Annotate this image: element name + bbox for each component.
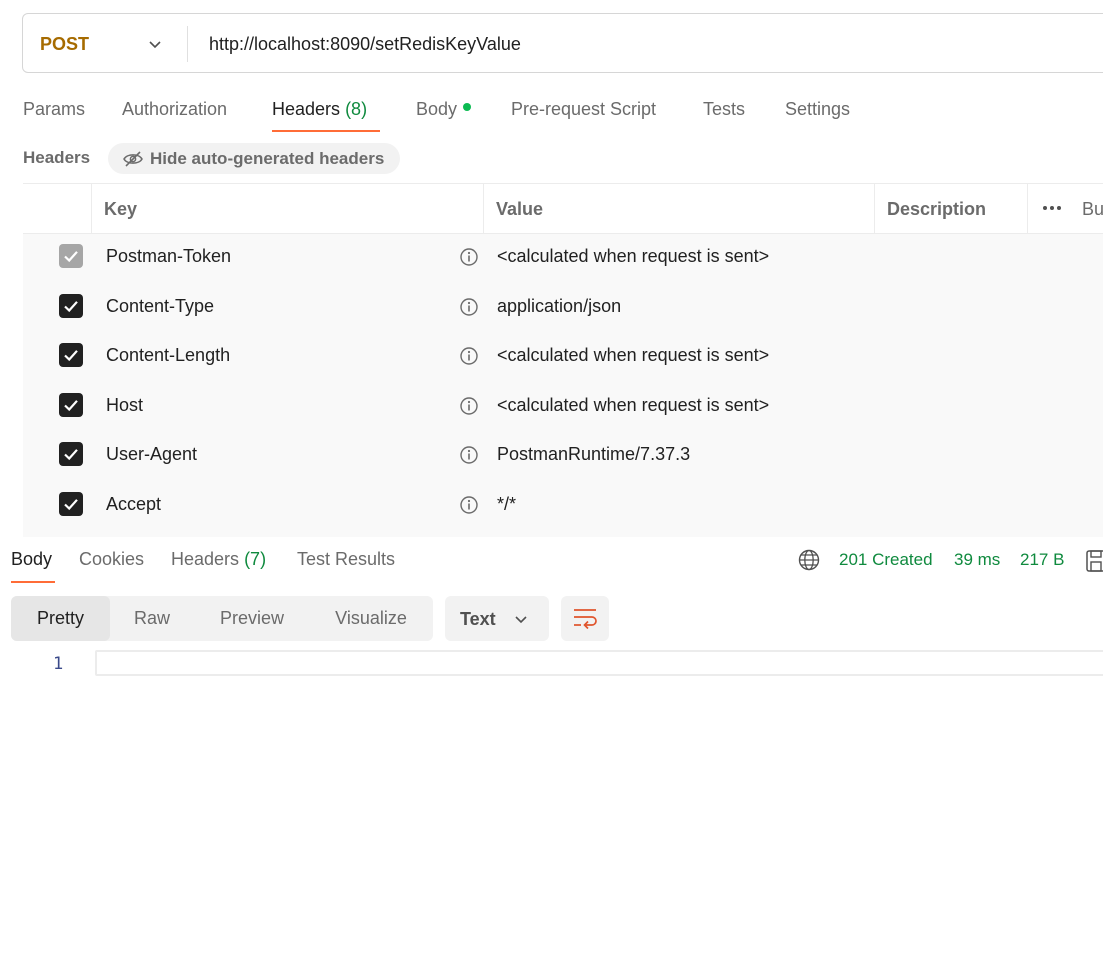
column-divider [483, 184, 484, 233]
response-size[interactable]: 217 B [1020, 550, 1064, 570]
method-selector[interactable]: POST [40, 34, 89, 55]
response-tab-headers-count: (7) [244, 549, 267, 569]
row-checkbox[interactable] [59, 244, 83, 268]
save-response-icon[interactable] [1086, 550, 1103, 572]
row-checkbox[interactable] [59, 492, 83, 516]
chevron-down-icon [515, 616, 527, 624]
table-header: Key Value Description Bu [23, 184, 1103, 234]
column-divider [1027, 184, 1028, 233]
header-key: Content-Length [106, 345, 231, 365]
table-row: Accept */* [23, 482, 1103, 531]
check-icon [64, 400, 78, 412]
headers-table: Key Value Description Bu Postman-Token <… [23, 183, 1103, 537]
info-icon[interactable] [459, 297, 479, 317]
response-tab-cookies[interactable]: Cookies [79, 549, 144, 570]
row-checkbox[interactable] [59, 343, 83, 367]
view-mode-selector: Pretty Raw Preview Visualize [11, 596, 433, 641]
view-visualize-button[interactable]: Visualize [321, 596, 421, 641]
info-icon[interactable] [459, 247, 479, 267]
check-icon [64, 350, 78, 362]
bulk-edit-link[interactable]: Bu [1082, 199, 1103, 220]
tab-authorization[interactable]: Authorization [122, 99, 227, 120]
url-input[interactable]: http://localhost:8090/setRedisKeyValue [209, 34, 521, 55]
modified-dot-icon [463, 103, 472, 111]
tab-headers-label: Headers [272, 99, 341, 119]
header-value: */* [497, 494, 517, 514]
table-row: User-Agent PostmanRuntime/7.37.3 [23, 432, 1103, 481]
globe-icon[interactable] [798, 549, 820, 571]
tab-headers[interactable]: Headers (8) [272, 99, 367, 120]
header-value: <calculated when request is sent> [497, 246, 770, 266]
header-value: application/json [497, 296, 622, 316]
column-value: Value [496, 199, 544, 219]
active-response-tab-indicator [11, 581, 55, 583]
response-tab-headers-label: Headers [171, 549, 240, 569]
check-icon [64, 499, 78, 511]
table-row: Content-Type application/json [23, 284, 1103, 333]
eye-off-icon [123, 151, 143, 167]
format-dropdown[interactable]: Text [445, 596, 549, 641]
more-options-icon[interactable] [1042, 205, 1062, 211]
table-row: Postman-Token <calculated when request i… [23, 234, 1103, 283]
view-preview-button[interactable]: Preview [207, 596, 297, 641]
response-body-editor[interactable] [95, 650, 1103, 676]
header-key: User-Agent [106, 444, 198, 464]
headers-section-title: Headers [23, 148, 91, 167]
hide-auto-headers-label: Hide auto-generated headers [150, 149, 385, 168]
row-checkbox[interactable] [59, 442, 83, 466]
table-row: Content-Length <calculated when request … [23, 333, 1103, 382]
format-label: Text [460, 609, 496, 629]
check-icon [64, 301, 78, 313]
response-time[interactable]: 39 ms [954, 550, 1000, 570]
tab-tests[interactable]: Tests [703, 99, 745, 120]
chevron-down-icon[interactable] [147, 36, 163, 52]
header-key: Content-Type [106, 296, 215, 316]
divider [187, 26, 188, 62]
header-value: <calculated when request is sent> [497, 395, 770, 415]
column-divider [874, 184, 875, 233]
header-value: PostmanRuntime/7.37.3 [497, 444, 691, 464]
request-url-bar: POST http://localhost:8090/setRedisKeyVa… [22, 13, 1103, 73]
info-icon[interactable] [459, 346, 479, 366]
header-key: Postman-Token [106, 246, 232, 266]
column-description: Description [887, 199, 987, 219]
response-tab-body[interactable]: Body [11, 549, 52, 570]
tab-pre-request-script[interactable]: Pre-request Script [511, 99, 656, 120]
wrap-lines-icon [574, 609, 597, 629]
header-key: Accept [106, 494, 162, 514]
column-divider [91, 184, 92, 233]
view-raw-button[interactable]: Raw [117, 596, 187, 641]
table-row: Host <calculated when request is sent> [23, 383, 1103, 432]
response-tab-headers[interactable]: Headers (7) [171, 549, 266, 570]
info-icon[interactable] [459, 495, 479, 515]
tab-headers-count: (8) [345, 99, 368, 119]
column-key: Key [104, 199, 138, 219]
check-icon [64, 449, 78, 461]
tab-params[interactable]: Params [23, 99, 85, 120]
tab-settings[interactable]: Settings [785, 99, 850, 120]
response-tab-test-results[interactable]: Test Results [297, 549, 395, 570]
view-pretty-button[interactable]: Pretty [11, 596, 110, 641]
row-checkbox[interactable] [59, 294, 83, 318]
tab-body[interactable]: Body [416, 99, 472, 120]
line-number: 1 [53, 654, 64, 674]
header-value: <calculated when request is sent> [497, 345, 770, 365]
hide-auto-headers-button[interactable]: Hide auto-generated headers [108, 143, 400, 174]
tab-body-label: Body [416, 99, 458, 119]
header-key: Host [106, 395, 144, 415]
active-tab-indicator [272, 130, 380, 132]
wrap-lines-button[interactable] [561, 596, 609, 641]
status-code[interactable]: 201 Created [839, 550, 933, 570]
info-icon[interactable] [459, 445, 479, 465]
info-icon[interactable] [459, 396, 479, 416]
check-icon [64, 251, 78, 263]
row-checkbox[interactable] [59, 393, 83, 417]
